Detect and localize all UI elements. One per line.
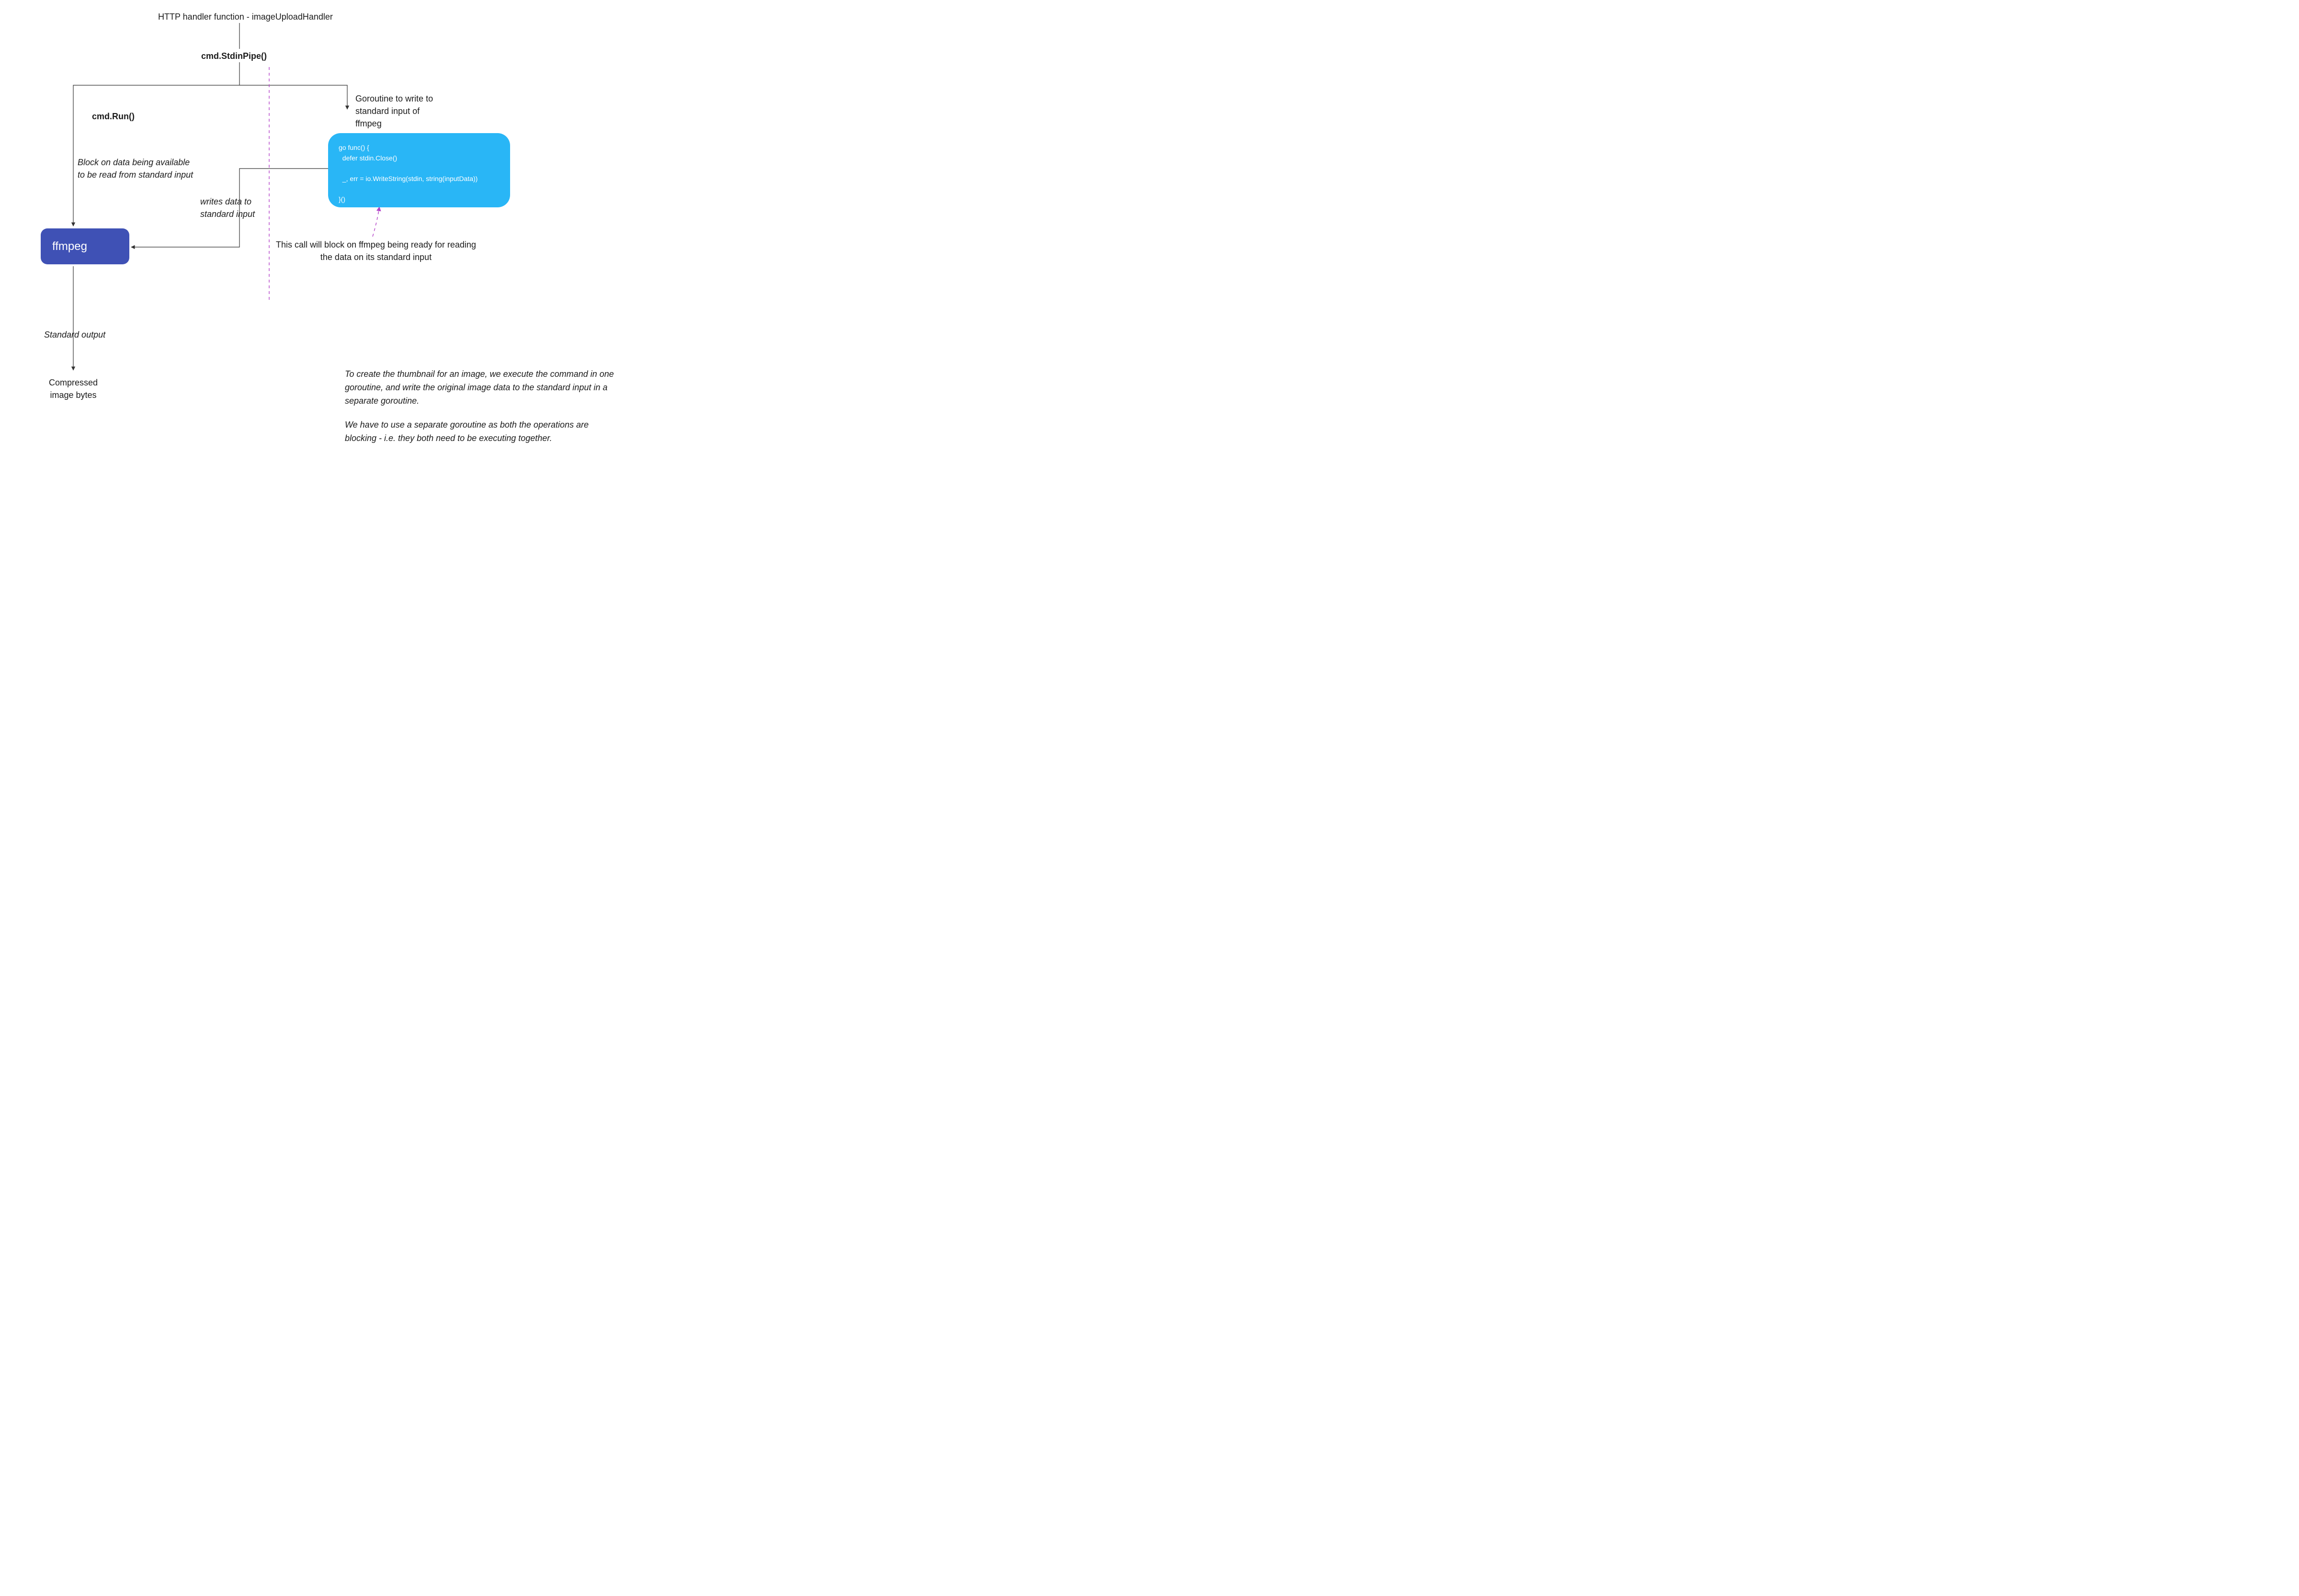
explanation-p2: We have to use a separate goroutine as b… xyxy=(345,419,623,445)
label-compressed-l1: Compressed xyxy=(42,376,104,389)
callout-block-on-ffmpeg: This call will block on ffmpeg being rea… xyxy=(259,238,493,263)
label-compressed-l2: image bytes xyxy=(42,389,104,401)
label-block-read-l2: to be read from standard input xyxy=(78,169,193,181)
callout-suffix: being ready for reading xyxy=(385,240,476,249)
label-writes-l2: standard input xyxy=(200,208,255,220)
label-block-read-l1: Block on data being available xyxy=(78,156,193,169)
label-goroutine: Goroutine to write to standard input of … xyxy=(355,92,470,130)
node-ffmpeg-label: ffmpeg xyxy=(52,240,87,253)
code-l1: go func() { xyxy=(339,144,369,151)
callout-ffmpeg: ffmpeg xyxy=(359,240,385,249)
label-std-output: Standard output xyxy=(44,328,105,341)
label-cmdrun: cmd.Run() xyxy=(92,110,135,123)
title-handler-name: imageUploadHandler xyxy=(252,12,333,22)
diagram-canvas: HTTP handler function - imageUploadHandl… xyxy=(0,0,728,505)
code-l2: defer stdin.Close() xyxy=(339,154,397,162)
code-l4: _, err = io.WriteString(stdin, string(in… xyxy=(339,175,478,182)
code-l6: }() xyxy=(339,195,345,203)
label-writes-data: writes data to standard input xyxy=(200,195,255,220)
diagram-title: HTTP handler function - imageUploadHandl… xyxy=(158,11,359,23)
callout-prefix: This call will block on xyxy=(276,240,359,249)
label-writes-l1: writes data to xyxy=(200,195,255,208)
label-goroutine-l3: ffmpeg xyxy=(355,117,470,130)
label-stdinpipe: cmd.StdinPipe() xyxy=(201,50,267,62)
label-compressed-bytes: Compressed image bytes xyxy=(42,376,104,401)
label-goroutine-l1: Goroutine to write to xyxy=(355,92,470,105)
code-goroutine: go func() { defer stdin.Close() _, err =… xyxy=(328,133,510,207)
node-ffmpeg: ffmpeg xyxy=(41,228,129,264)
explanation: To create the thumbnail for an image, we… xyxy=(345,368,623,455)
callout-line2: the data on its standard input xyxy=(259,251,493,263)
label-block-read: Block on data being available to be read… xyxy=(78,156,193,181)
explanation-p1: To create the thumbnail for an image, we… xyxy=(345,368,623,408)
title-prefix: HTTP handler function - xyxy=(158,12,252,22)
label-goroutine-l2: standard input of xyxy=(355,105,470,117)
